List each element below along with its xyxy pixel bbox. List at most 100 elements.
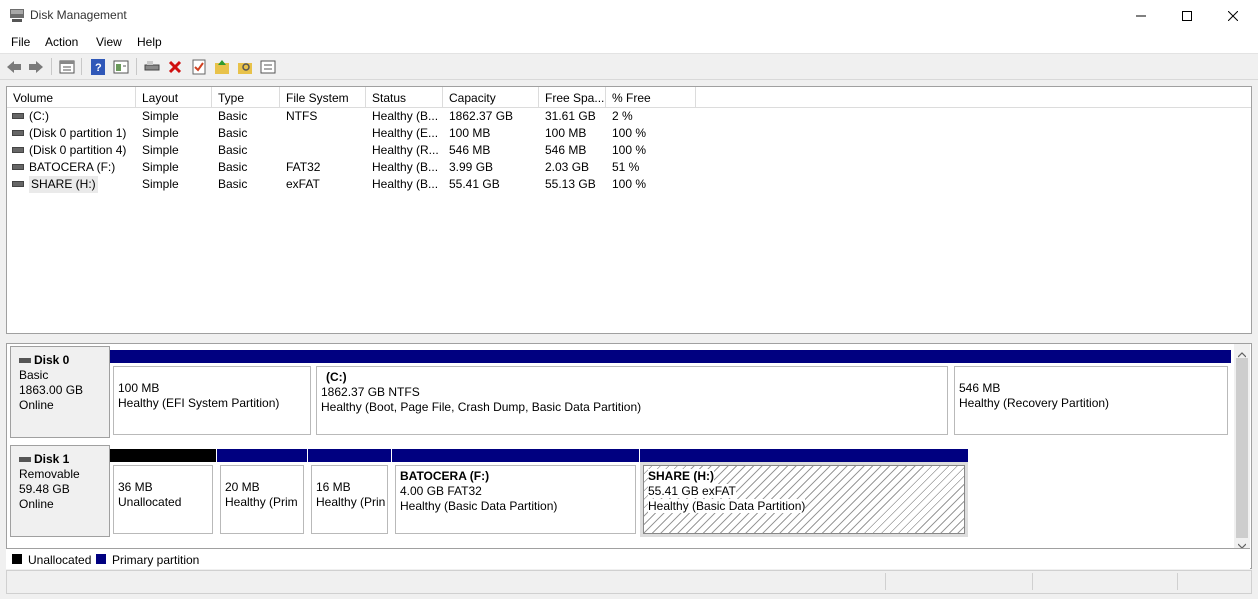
volume-type: Basic <box>218 177 248 191</box>
partition-efi[interactable]: 100 MB Healthy (EFI System Partition) <box>110 350 314 438</box>
volume-layout: Simple <box>142 143 179 157</box>
partition-size: 16 MB <box>316 480 351 494</box>
svg-text:?: ? <box>95 62 102 74</box>
column-header-percent-free[interactable]: % Free <box>606 87 696 107</box>
pane-splitter[interactable] <box>0 334 1258 342</box>
menu-file[interactable]: File <box>11 35 30 49</box>
partition-20mb[interactable]: 20 MB Healthy (Prim <box>217 449 307 537</box>
volume-row[interactable]: SHARE (H:) Simple Basic exFAT Healthy (B… <box>7 176 1251 193</box>
volume-free-space: 2.03 GB <box>545 160 590 174</box>
menu-help[interactable]: Help <box>137 35 162 49</box>
volume-status: Healthy (B... <box>372 160 439 174</box>
volume-percent-free: 100 % <box>612 126 647 140</box>
properties-icon[interactable] <box>58 58 76 75</box>
back-icon[interactable] <box>5 58 23 75</box>
column-header-type[interactable]: Type <box>212 87 280 107</box>
disk-state: Online <box>19 497 54 511</box>
column-header-status[interactable]: Status <box>366 87 443 107</box>
toolbar-separator <box>136 58 137 75</box>
forward-icon[interactable] <box>27 58 45 75</box>
toolbar-separator <box>81 58 82 75</box>
status-divider <box>1177 573 1178 590</box>
legend: Unallocated Primary partition <box>6 548 1250 569</box>
menu-bar: File Action View Help <box>0 31 1258 53</box>
partition-recovery[interactable]: 546 MB Healthy (Recovery Partition) <box>951 350 1231 438</box>
drive-icon <box>12 113 24 119</box>
partition-size: 546 MB <box>959 381 1001 395</box>
volume-layout: Simple <box>142 126 179 140</box>
partition-bar-primary <box>951 350 1231 363</box>
volume-status: Healthy (E... <box>372 126 439 140</box>
partition-batocera[interactable]: BATOCERA (F:) 4.00 GB FAT32 Healthy (Bas… <box>392 449 639 537</box>
volume-row[interactable]: (Disk 0 partition 1) Simple Basic Health… <box>7 125 1251 142</box>
title-bar: Disk Management <box>0 0 1258 31</box>
volume-type: Basic <box>218 160 248 174</box>
volume-capacity: 100 MB <box>449 126 491 140</box>
volume-percent-free: 51 % <box>612 160 640 174</box>
delete-icon[interactable] <box>166 58 184 75</box>
volume-name: SHARE (H:) <box>29 176 98 193</box>
partition-c[interactable]: (C:) 1862.37 GB NTFS Healthy (Boot, Page… <box>313 350 951 438</box>
column-header-file-system[interactable]: File System <box>280 87 366 107</box>
close-button[interactable] <box>1210 0 1256 31</box>
column-header-capacity[interactable]: Capacity <box>443 87 539 107</box>
partition-status: Unallocated <box>118 495 182 509</box>
volume-layout: Simple <box>142 109 179 123</box>
legend-unallocated-label: Unallocated <box>28 553 92 567</box>
volume-name: BATOCERA (F:) <box>29 160 116 174</box>
partition-status: Healthy (Basic Data Partition) <box>400 499 558 513</box>
volume-free-space: 55.13 GB <box>545 177 596 191</box>
volume-name: (C:) <box>29 109 49 123</box>
disk-management-app-icon <box>10 9 24 22</box>
partition-size: 1862.37 GB NTFS <box>321 385 420 399</box>
settings-icon[interactable] <box>259 58 277 75</box>
disk-map-scrollbar[interactable] <box>1234 344 1250 566</box>
disk-0-label[interactable]: Disk 0 Basic 1863.00 GB Online <box>10 346 110 438</box>
partition-name: BATOCERA (F:) <box>400 469 490 483</box>
volume-list[interactable]: Volume Layout Type File System Status Ca… <box>6 86 1252 334</box>
connect-icon[interactable] <box>143 58 161 75</box>
view-icon[interactable] <box>112 58 130 75</box>
volume-free-space: 100 MB <box>545 126 587 140</box>
partition-status: Healthy (Prin <box>316 495 386 509</box>
disk-map[interactable]: Disk 0 Basic 1863.00 GB Online 100 MB He… <box>6 343 1252 569</box>
column-header-layout[interactable]: Layout <box>136 87 212 107</box>
volume-row[interactable]: (C:) Simple Basic NTFS Healthy (B... 186… <box>7 108 1251 125</box>
partition-bar-primary <box>392 449 639 462</box>
maximize-button[interactable] <box>1164 0 1210 31</box>
partition-status: Healthy (Boot, Page File, Crash Dump, Ba… <box>321 400 642 414</box>
column-header-free-space[interactable]: Free Spa... <box>539 87 606 107</box>
disk-1-label[interactable]: Disk 1 Removable 59.48 GB Online <box>10 445 110 537</box>
volume-layout: Simple <box>142 177 179 191</box>
search-folder-icon[interactable] <box>236 58 254 75</box>
menu-view[interactable]: View <box>96 35 122 49</box>
scrollbar-thumb[interactable] <box>1236 358 1248 538</box>
partition-size: 36 MB <box>118 480 153 494</box>
disk-state: Online <box>19 398 54 412</box>
volume-row[interactable]: (Disk 0 partition 4) Simple Basic Health… <box>7 142 1251 159</box>
menu-action[interactable]: Action <box>45 35 78 49</box>
volume-status: Healthy (B... <box>372 109 439 123</box>
help-icon[interactable]: ? <box>89 58 107 75</box>
toolbar: ? <box>0 53 1258 80</box>
partition-size: 55.41 GB exFAT <box>648 484 736 498</box>
partition-unallocated[interactable]: 36 MB Unallocated <box>110 449 216 537</box>
partition-size: 20 MB <box>225 480 260 494</box>
volume-name: (Disk 0 partition 1) <box>29 126 127 140</box>
volume-row[interactable]: BATOCERA (F:) Simple Basic FAT32 Healthy… <box>7 159 1251 176</box>
disk-type: Removable <box>19 467 80 481</box>
partition-size: 100 MB <box>118 381 160 395</box>
folder-up-icon[interactable] <box>213 58 231 75</box>
partition-share-selected[interactable]: SHARE (H:) 55.41 GB exFAT Healthy (Basic… <box>640 449 968 537</box>
partition-status: Healthy (Recovery Partition) <box>959 396 1110 410</box>
column-header-volume[interactable]: Volume <box>7 87 136 107</box>
disk-icon <box>19 457 31 463</box>
partition-bar-primary <box>640 449 968 462</box>
drive-icon <box>12 130 24 136</box>
volume-free-space: 546 MB <box>545 143 587 157</box>
minimize-button[interactable] <box>1118 0 1164 31</box>
check-icon[interactable] <box>190 58 208 75</box>
status-bar <box>6 570 1252 594</box>
primary-partition-swatch <box>96 554 106 564</box>
partition-16mb[interactable]: 16 MB Healthy (Prin <box>308 449 391 537</box>
